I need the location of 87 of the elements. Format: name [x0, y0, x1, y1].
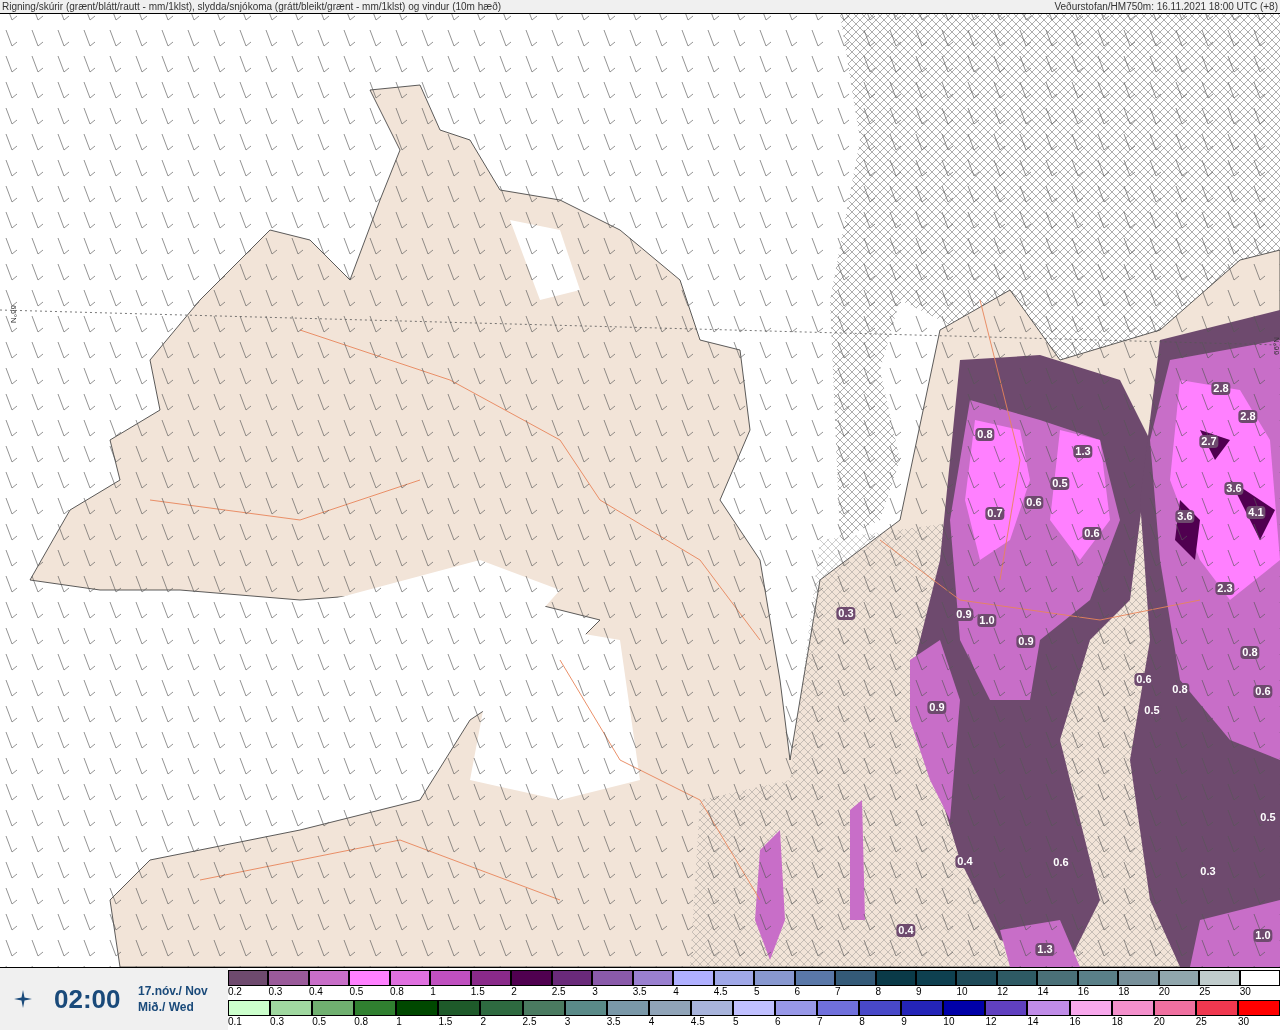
legend-label: 2 [480, 1016, 487, 1027]
latitude-label: 66°N [8, 305, 17, 323]
precipitation-value: 0.7 [985, 507, 1005, 520]
precipitation-value: 3.6 [1175, 510, 1195, 523]
precipitation-value: 0.8 [1170, 683, 1190, 696]
legend-label: 14 [1027, 1016, 1039, 1027]
legend-label: 0.4 [308, 986, 323, 997]
forecast-time: 02:00 [54, 982, 122, 1016]
precipitation-value: 0.8 [975, 428, 995, 441]
precipitation-value: 0.6 [1082, 527, 1102, 540]
legend-label: 8 [859, 1016, 865, 1027]
precipitation-value: 0.3 [1198, 865, 1218, 878]
legend-label: 25 [1199, 986, 1211, 997]
legend-label: 0.5 [349, 986, 364, 997]
legend-label: 16 [1069, 1016, 1081, 1027]
precipitation-value: 0.4 [896, 924, 916, 937]
precipitation-value: 0.6 [1024, 496, 1044, 509]
legend-label: 2 [511, 986, 517, 997]
legend-label: 20 [1153, 1016, 1165, 1027]
legend-label: 4.5 [690, 1016, 705, 1027]
forecast-date: 17.nóv./ Nov [138, 983, 208, 999]
precipitation-value: 2.7 [1199, 435, 1219, 448]
legend-label: 1.5 [438, 1016, 453, 1027]
legend-label: 0.1 [228, 1016, 242, 1027]
legend-label: 7 [835, 986, 841, 997]
precipitation-value: 0.6 [1134, 673, 1154, 686]
precipitation-value: 0.9 [927, 701, 947, 714]
legend-label: 14 [1037, 986, 1049, 997]
model-run-info: Veðurstofan/HM750m: 16.11.2021 18:00 UTC (+8) [1054, 1, 1278, 12]
legend-label: 1 [396, 1016, 402, 1027]
map-title: Rigning/skúrir (grænt/blátt/rautt - mm/1klst), slydda/snjókoma (grátt/bleikt/grænt - mm/1klst) og vindur (10m hæð) [2, 1, 502, 12]
precipitation-value: 0.9 [954, 608, 974, 621]
legend-label: 8 [875, 986, 882, 997]
legend-label: 2.5 [551, 986, 566, 997]
legend-label: 3 [592, 986, 598, 997]
precipitation-value: 0.6 [1253, 685, 1273, 698]
legend-label: 0.8 [389, 986, 404, 997]
legend-label: 20 [1158, 986, 1170, 997]
legend-label: 5 [732, 1016, 739, 1027]
legend-label: 0.8 [354, 1016, 369, 1027]
legend-label: 3.5 [632, 986, 647, 997]
precipitation-value: 0.5 [1142, 704, 1162, 717]
precipitation-value: 1.0 [977, 614, 997, 627]
legend-label: 12 [996, 986, 1009, 997]
legend-label: 5 [754, 986, 760, 997]
legend-label: 1.5 [470, 986, 485, 997]
legend-label: 18 [1111, 1016, 1123, 1027]
legend-label: 0.3 [268, 986, 283, 997]
legend-label: 7 [817, 1016, 823, 1027]
forecast-weekday: Mið./ Wed [138, 999, 195, 1015]
legend-label: 18 [1118, 986, 1130, 997]
precipitation-value: 0.3 [836, 607, 856, 620]
precipitation-value: 4.1 [1246, 506, 1266, 519]
legend-label: 4 [673, 986, 679, 997]
precipitation-value: 2.3 [1215, 582, 1235, 595]
legend-label: 9 [901, 1016, 907, 1027]
legend-label: 2.5 [522, 1016, 537, 1027]
precipitation-value: 1.3 [1073, 445, 1093, 458]
legend-label: 30 [1237, 1016, 1249, 1027]
precipitation-value: 0.6 [1051, 856, 1071, 869]
precipitation-value: 1.3 [1035, 943, 1055, 956]
legend-label: 25 [1195, 1016, 1207, 1027]
legend-label: 4 [648, 1016, 655, 1027]
legend-label: 10 [956, 986, 968, 997]
legend-label: 4.5 [713, 986, 728, 997]
legend-label: 3 [564, 1016, 571, 1027]
legend-label: 16 [1077, 986, 1089, 997]
precipitation-value: 3.6 [1224, 482, 1244, 495]
legend-label: 30 [1239, 986, 1251, 997]
precipitation-value: 0.5 [1050, 477, 1070, 490]
precipitation-value: 2.8 [1211, 382, 1231, 395]
precipitation-value: 2.8 [1238, 410, 1258, 423]
legend-label: 10 [943, 1016, 955, 1027]
precipitation-value: 0.8 [1240, 646, 1260, 659]
legend-label: 12 [985, 1016, 997, 1027]
legend-label: 9 [915, 986, 922, 997]
legend-label: 6 [794, 986, 801, 997]
legend-label: 0.5 [312, 1016, 327, 1027]
legend-label: 3.5 [606, 1016, 621, 1027]
legend-label: 1 [430, 986, 436, 997]
precipitation-value: 1.0 [1253, 929, 1273, 942]
legend-label: 0.2 [228, 986, 242, 997]
precipitation-value: 0.4 [955, 855, 975, 868]
legend-label: 6 [775, 1016, 781, 1027]
precipitation-value: 0.5 [1258, 811, 1278, 824]
precipitation-value: 0.9 [1016, 635, 1036, 648]
legend-label: 0.3 [270, 1016, 284, 1027]
